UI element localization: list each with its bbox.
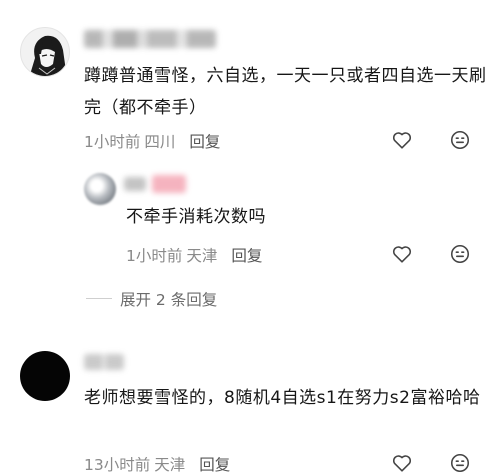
comment-location: 天津 [154, 456, 186, 474]
expand-replies-button[interactable]: 展开 2 条回复 [120, 288, 217, 310]
heart-outline-icon[interactable] [391, 452, 413, 474]
reply-avatar[interactable] [84, 173, 116, 205]
comment-text: 老师想要雪怪的，8随机4自选s1在努力s2富裕哈哈 [84, 388, 481, 408]
expand-divider [86, 298, 112, 299]
avatar[interactable] [20, 27, 70, 77]
comment-item: 蹲蹲普通雪怪，六自选，一天一只或者四自选一天刷完（都不牵手） 1小时前 四川 回复 … [0, 0, 500, 320]
emoji-face-icon[interactable] [449, 243, 471, 265]
comment-time: 1小时前 [84, 133, 141, 151]
heart-outline-icon[interactable] [391, 243, 413, 265]
reply-reply-button[interactable]: 回复 [231, 247, 262, 265]
heart-outline-icon[interactable] [391, 129, 413, 151]
reply-button[interactable]: 回复 [199, 456, 230, 474]
reply-badge-obscured [152, 175, 186, 193]
reply-text: 不牵手消耗次数吗 [126, 207, 266, 227]
reply-item: 不牵手消耗次数吗 1小时前 天津 回复 [0, 165, 500, 275]
avatar[interactable] [20, 351, 70, 401]
avatar-illustration [29, 35, 67, 76]
emoji-face-icon[interactable] [449, 129, 471, 151]
reply-location: 天津 [186, 247, 218, 265]
emoji-face-icon[interactable] [449, 452, 471, 474]
username-obscured[interactable] [84, 354, 124, 370]
reply-button[interactable]: 回复 [189, 133, 220, 151]
username-obscured[interactable] [84, 30, 216, 48]
reply-meta: 1小时前 天津 回复 [126, 244, 262, 266]
comment-location: 四川 [144, 133, 176, 151]
reply-time: 1小时前 [126, 247, 183, 265]
reply-username-obscured[interactable] [124, 177, 146, 191]
comment-meta: 1小时前 四川 回复 [84, 130, 220, 152]
comment-text: 蹲蹲普通雪怪，六自选，一天一只或者四自选一天刷完（都不牵手） [84, 66, 487, 118]
comment-item: 老师想要雪怪的，8随机4自选s1在努力s2富裕哈哈 13小时前 天津 回复 [0, 340, 500, 474]
comment-meta: 13小时前 天津 回复 [84, 453, 230, 475]
comment-time: 13小时前 [84, 456, 151, 474]
